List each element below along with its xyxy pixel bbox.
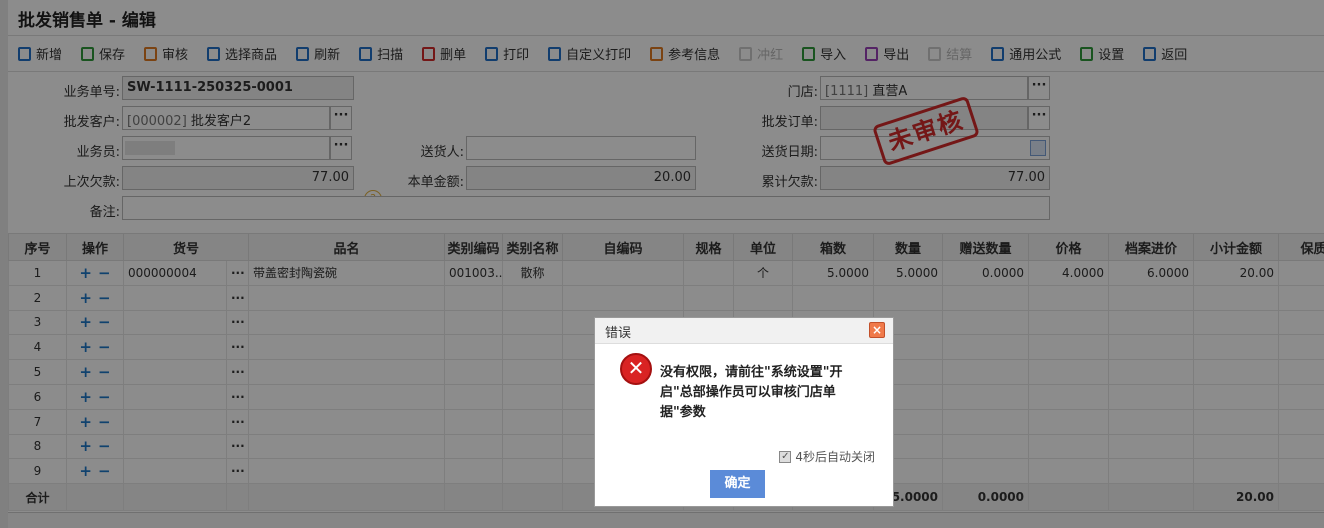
error-dialog: 错误 × ✕ 没有权限，请前往"系统设置"开启"总部操作员可以审核门店单据"参数…	[594, 317, 894, 507]
auto-close-label: 4秒后自动关闭	[795, 450, 875, 464]
checkbox-icon[interactable]: ✓	[779, 450, 792, 463]
error-icon: ✕	[620, 353, 652, 385]
dialog-title: 错误	[595, 318, 893, 344]
dialog-message: 没有权限，请前往"系统设置"开启"总部操作员可以审核门店单据"参数	[660, 365, 843, 420]
close-icon[interactable]: ×	[869, 322, 885, 338]
auto-close-checkbox[interactable]: ✓ 4秒后自动关闭	[779, 448, 875, 465]
ok-button[interactable]: 确定	[710, 470, 765, 498]
